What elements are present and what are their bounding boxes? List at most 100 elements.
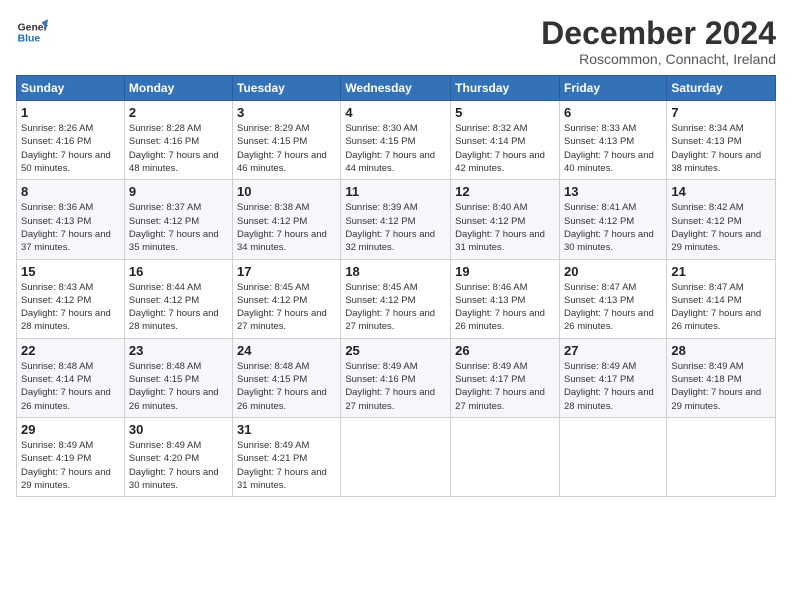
day-info: Sunrise: 8:29 AMSunset: 4:15 PMDaylight:… (237, 122, 336, 175)
day-number: 10 (237, 184, 336, 199)
day-number: 7 (671, 105, 771, 120)
month-title: December 2024 (541, 16, 776, 51)
day-cell-9: 9 Sunrise: 8:37 AMSunset: 4:12 PMDaylight… (124, 180, 232, 259)
day-number: 31 (237, 422, 336, 437)
day-info: Sunrise: 8:49 AMSunset: 4:20 PMDaylight:… (129, 439, 228, 492)
calendar-week-row: 1 Sunrise: 8:26 AMSunset: 4:16 PMDaylight… (17, 101, 776, 180)
calendar-week-row: 29 Sunrise: 8:49 AMSunset: 4:19 PMDayligh… (17, 417, 776, 496)
day-number: 12 (455, 184, 555, 199)
empty-cell (559, 417, 666, 496)
day-number: 29 (21, 422, 120, 437)
day-cell-27: 27 Sunrise: 8:49 AMSunset: 4:17 PMDayligh… (559, 338, 666, 417)
day-number: 15 (21, 264, 120, 279)
day-info: Sunrise: 8:45 AMSunset: 4:12 PMDaylight:… (345, 281, 446, 334)
day-cell-11: 11 Sunrise: 8:39 AMSunset: 4:12 PMDayligh… (341, 180, 451, 259)
col-sunday: Sunday (17, 76, 125, 101)
day-number: 21 (671, 264, 771, 279)
day-info: Sunrise: 8:49 AMSunset: 4:17 PMDaylight:… (564, 360, 662, 413)
empty-cell (667, 417, 776, 496)
day-cell-6: 6 Sunrise: 8:33 AMSunset: 4:13 PMDaylight… (559, 101, 666, 180)
day-cell-16: 16Sunrise: 8:44 AMSunset: 4:12 PMDayligh… (124, 259, 232, 338)
col-monday: Monday (124, 76, 232, 101)
day-number: 5 (455, 105, 555, 120)
subtitle: Roscommon, Connacht, Ireland (541, 51, 776, 67)
day-info: Sunrise: 8:48 AMSunset: 4:15 PMDaylight:… (237, 360, 336, 413)
day-info: Sunrise: 8:40 AMSunset: 4:12 PMDaylight:… (455, 201, 555, 254)
day-info: Sunrise: 8:32 AMSunset: 4:14 PMDaylight:… (455, 122, 555, 175)
day-number: 1 (21, 105, 120, 120)
col-friday: Friday (559, 76, 666, 101)
day-info: Sunrise: 8:48 AMSunset: 4:14 PMDaylight:… (21, 360, 120, 413)
day-info: Sunrise: 8:28 AMSunset: 4:16 PMDaylight:… (129, 122, 228, 175)
day-info: Sunrise: 8:49 AMSunset: 4:18 PMDaylight:… (671, 360, 771, 413)
empty-cell (451, 417, 560, 496)
day-cell-14: 14 Sunrise: 8:42 AMSunset: 4:12 PMDayligh… (667, 180, 776, 259)
day-info: Sunrise: 8:43 AMSunset: 4:12 PMDaylight:… (21, 281, 120, 334)
calendar-week-row: 15 Sunrise: 8:43 AMSunset: 4:12 PMDayligh… (17, 259, 776, 338)
calendar-week-row: 8Sunrise: 8:36 AMSunset: 4:13 PMDaylight… (17, 180, 776, 259)
svg-text:Blue: Blue (18, 34, 41, 45)
day-number: 4 (345, 105, 446, 120)
day-number: 3 (237, 105, 336, 120)
day-cell-31: 31Sunrise: 8:49 AMSunset: 4:21 PMDayligh… (233, 417, 341, 496)
days-header-row: Sunday Monday Tuesday Wednesday Thursday… (17, 76, 776, 101)
day-number: 2 (129, 105, 228, 120)
day-cell-1: 1 Sunrise: 8:26 AMSunset: 4:16 PMDaylight… (17, 101, 125, 180)
day-number: 11 (345, 184, 446, 199)
day-number: 13 (564, 184, 662, 199)
day-cell-5: 5 Sunrise: 8:32 AMSunset: 4:14 PMDaylight… (451, 101, 560, 180)
day-info: Sunrise: 8:33 AMSunset: 4:13 PMDaylight:… (564, 122, 662, 175)
day-cell-13: 13 Sunrise: 8:41 AMSunset: 4:12 PMDayligh… (559, 180, 666, 259)
day-info: Sunrise: 8:42 AMSunset: 4:12 PMDaylight:… (671, 201, 771, 254)
day-cell-4: 4 Sunrise: 8:30 AMSunset: 4:15 PMDaylight… (341, 101, 451, 180)
day-cell-28: 28 Sunrise: 8:49 AMSunset: 4:18 PMDayligh… (667, 338, 776, 417)
col-thursday: Thursday (451, 76, 560, 101)
day-info: Sunrise: 8:39 AMSunset: 4:12 PMDaylight:… (345, 201, 446, 254)
day-cell-17: 17 Sunrise: 8:45 AMSunset: 4:12 PMDayligh… (233, 259, 341, 338)
day-cell-8: 8Sunrise: 8:36 AMSunset: 4:13 PMDaylight… (17, 180, 125, 259)
day-info: Sunrise: 8:26 AMSunset: 4:16 PMDaylight:… (21, 122, 120, 175)
day-number: 25 (345, 343, 446, 358)
day-info: Sunrise: 8:38 AMSunset: 4:12 PMDaylight:… (237, 201, 336, 254)
day-cell-30: 30 Sunrise: 8:49 AMSunset: 4:20 PMDayligh… (124, 417, 232, 496)
header: General Blue December 2024 Roscommon, Co… (16, 16, 776, 67)
day-cell-25: 25Sunrise: 8:49 AMSunset: 4:16 PMDayligh… (341, 338, 451, 417)
day-info: Sunrise: 8:46 AMSunset: 4:13 PMDaylight:… (455, 281, 555, 334)
col-tuesday: Tuesday (233, 76, 341, 101)
day-cell-21: 21Sunrise: 8:47 AMSunset: 4:14 PMDayligh… (667, 259, 776, 338)
day-info: Sunrise: 8:37 AMSunset: 4:12 PMDaylight:… (129, 201, 228, 254)
day-number: 24 (237, 343, 336, 358)
col-wednesday: Wednesday (341, 76, 451, 101)
day-number: 14 (671, 184, 771, 199)
day-cell-15: 15 Sunrise: 8:43 AMSunset: 4:12 PMDayligh… (17, 259, 125, 338)
day-number: 23 (129, 343, 228, 358)
title-block: December 2024 Roscommon, Connacht, Irela… (541, 16, 776, 67)
day-number: 19 (455, 264, 555, 279)
day-number: 20 (564, 264, 662, 279)
day-cell-10: 10 Sunrise: 8:38 AMSunset: 4:12 PMDayligh… (233, 180, 341, 259)
day-number: 26 (455, 343, 555, 358)
day-cell-26: 26 Sunrise: 8:49 AMSunset: 4:17 PMDayligh… (451, 338, 560, 417)
day-info: Sunrise: 8:49 AMSunset: 4:19 PMDaylight:… (21, 439, 120, 492)
calendar-week-row: 22 Sunrise: 8:48 AMSunset: 4:14 PMDayligh… (17, 338, 776, 417)
calendar-table: Sunday Monday Tuesday Wednesday Thursday… (16, 75, 776, 497)
day-number: 6 (564, 105, 662, 120)
day-info: Sunrise: 8:30 AMSunset: 4:15 PMDaylight:… (345, 122, 446, 175)
day-number: 17 (237, 264, 336, 279)
day-number: 30 (129, 422, 228, 437)
day-number: 9 (129, 184, 228, 199)
day-info: Sunrise: 8:36 AMSunset: 4:13 PMDaylight:… (21, 201, 120, 254)
day-number: 28 (671, 343, 771, 358)
day-cell-19: 19 Sunrise: 8:46 AMSunset: 4:13 PMDayligh… (451, 259, 560, 338)
day-cell-18: 18Sunrise: 8:45 AMSunset: 4:12 PMDayligh… (341, 259, 451, 338)
day-cell-22: 22 Sunrise: 8:48 AMSunset: 4:14 PMDayligh… (17, 338, 125, 417)
logo-icon: General Blue (16, 16, 48, 48)
day-number: 22 (21, 343, 120, 358)
day-info: Sunrise: 8:45 AMSunset: 4:12 PMDaylight:… (237, 281, 336, 334)
day-number: 27 (564, 343, 662, 358)
day-info: Sunrise: 8:41 AMSunset: 4:12 PMDaylight:… (564, 201, 662, 254)
empty-cell (341, 417, 451, 496)
day-info: Sunrise: 8:49 AMSunset: 4:17 PMDaylight:… (455, 360, 555, 413)
day-cell-20: 20Sunrise: 8:47 AMSunset: 4:13 PMDayligh… (559, 259, 666, 338)
day-number: 16 (129, 264, 228, 279)
